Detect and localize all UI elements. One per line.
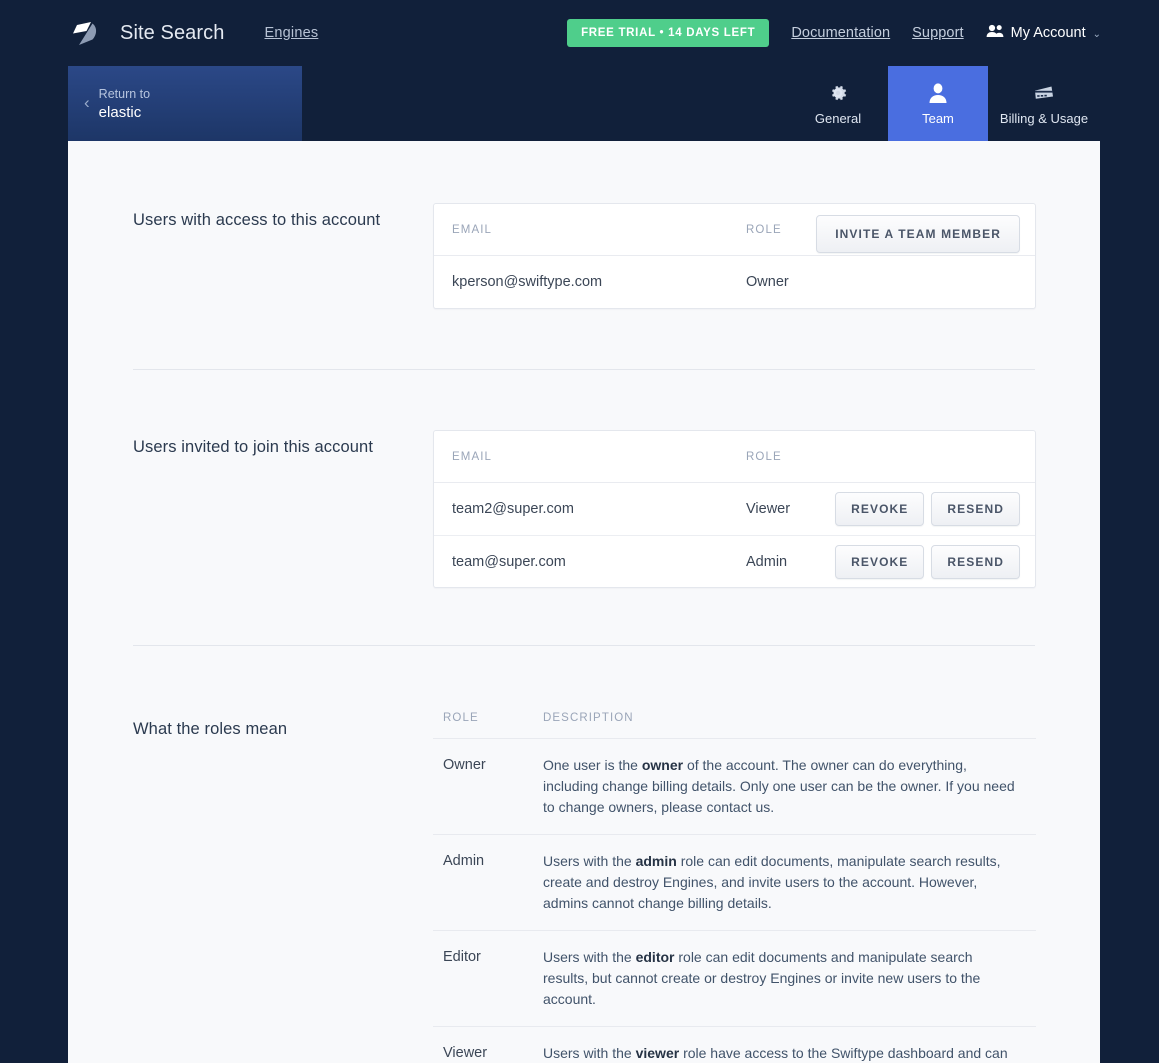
tab-billing-usage-label: Billing & Usage <box>999 110 1089 126</box>
gear-icon <box>827 82 849 104</box>
table-row: Owner One user is the owner of the accou… <box>433 738 1036 834</box>
section-roles-explained: What the roles mean ROLE DESCRIPTION Own… <box>68 646 1100 1063</box>
section-title-roles-explained: What the roles mean <box>133 720 288 738</box>
table-row: Viewer Users with the viewer role have a… <box>433 1026 1036 1063</box>
person-icon <box>928 82 948 104</box>
row-actions: REVOKE RESEND <box>835 492 1020 526</box>
roles-table: ROLE DESCRIPTION Owner One user is the o… <box>433 712 1036 1063</box>
desc-prefix: One user is the <box>543 757 642 773</box>
free-trial-badge[interactable]: FREE TRIAL • 14 DAYS LEFT <box>567 19 770 47</box>
nav-link-support[interactable]: Support <box>912 25 964 41</box>
table-row: team@super.com Admin REVOKE RESEND <box>434 535 1035 587</box>
invite-team-member-button[interactable]: INVITE A TEAM MEMBER <box>816 215 1020 253</box>
global-header: Site Search Engines FREE TRIAL • 14 DAYS… <box>0 0 1159 66</box>
tab-team[interactable]: Team <box>888 66 988 141</box>
tab-general[interactable]: General <box>788 66 888 141</box>
desc-emphasis: editor <box>635 949 675 965</box>
resend-invite-button[interactable]: RESEND <box>931 545 1020 579</box>
cell-description: Users with the viewer role have access t… <box>543 1043 1036 1063</box>
table-row: Editor Users with the editor role can ed… <box>433 930 1036 1026</box>
row-actions: REVOKE RESEND <box>835 545 1020 579</box>
users-with-access-table: EMAIL ROLE INVITE A TEAM MEMBER kperson@… <box>433 203 1036 309</box>
my-account-label: My Account <box>1010 25 1086 41</box>
account-subnav: ‹ Return to elastic General Team Billing… <box>68 66 1100 141</box>
nav-link-documentation[interactable]: Documentation <box>791 25 890 41</box>
cell-email: team@super.com <box>452 553 566 570</box>
table-row: kperson@swiftype.com Owner <box>434 256 1035 308</box>
column-header-email: EMAIL <box>452 450 493 463</box>
column-header-description: DESCRIPTION <box>543 712 634 724</box>
cell-description: Users with the editor role can edit docu… <box>543 947 1036 1010</box>
invited-users-table: EMAIL ROLE team2@super.com Viewer REVOKE… <box>433 430 1036 588</box>
return-to-label: Return to <box>98 86 151 101</box>
column-header-role: ROLE <box>443 712 479 724</box>
tab-general-label: General <box>814 110 862 126</box>
desc-prefix: Users with the <box>543 853 636 869</box>
cell-role: Owner <box>746 274 789 290</box>
column-header-role: ROLE <box>746 450 782 463</box>
table-header-row: ROLE DESCRIPTION <box>433 712 1036 738</box>
revoke-invite-button[interactable]: REVOKE <box>835 492 925 526</box>
column-header-email: EMAIL <box>452 223 493 236</box>
return-to-account-button[interactable]: ‹ Return to elastic <box>68 66 302 141</box>
brand[interactable]: Site Search <box>66 14 225 52</box>
brand-title: Site Search <box>120 21 225 44</box>
users-icon <box>986 24 1004 42</box>
desc-emphasis: owner <box>641 757 684 773</box>
return-to-account-name: elastic <box>98 103 142 121</box>
cell-description: One user is the owner of the account. Th… <box>543 755 1036 818</box>
section-users-with-access: Users with access to this account EMAIL … <box>68 141 1100 309</box>
content-column: ‹ Return to elastic General Team Billing… <box>68 66 1100 1063</box>
tab-team-label: Team <box>922 110 954 126</box>
resend-invite-button[interactable]: RESEND <box>931 492 1020 526</box>
chevron-down-icon: ⌄ <box>1092 28 1101 40</box>
revoke-invite-button[interactable]: REVOKE <box>835 545 925 579</box>
nav-link-engines[interactable]: Engines <box>265 25 319 41</box>
desc-emphasis: admin <box>635 853 677 869</box>
section-title-users-with-access: Users with access to this account <box>133 211 381 229</box>
subnav-tabs: General Team Billing & Usage <box>788 66 1100 141</box>
chevron-left-icon: ‹ <box>84 93 90 112</box>
tab-billing-usage[interactable]: Billing & Usage <box>988 66 1100 141</box>
swiftype-bolt-logo-icon <box>66 14 104 52</box>
global-header-right: FREE TRIAL • 14 DAYS LEFT Documentation … <box>567 19 1101 47</box>
cell-role: Editor <box>443 949 481 965</box>
app-root: Site Search Engines FREE TRIAL • 14 DAYS… <box>0 0 1159 1063</box>
table-row: Admin Users with the admin role can edit… <box>433 834 1036 930</box>
table-header-row: EMAIL ROLE <box>434 431 1035 483</box>
my-account-menu[interactable]: My Account ⌄ <box>986 24 1101 42</box>
cell-email: team2@super.com <box>452 501 574 517</box>
cell-role: Admin <box>443 853 485 869</box>
cell-email: kperson@swiftype.com <box>452 274 603 290</box>
desc-prefix: Users with the <box>543 949 636 965</box>
table-header-row: EMAIL ROLE INVITE A TEAM MEMBER <box>434 204 1035 256</box>
desc-emphasis: viewer <box>635 1045 680 1061</box>
main-content: Users with access to this account EMAIL … <box>68 141 1100 1063</box>
cell-role: Owner <box>443 757 486 773</box>
section-title-users-invited: Users invited to join this account <box>133 438 374 456</box>
credit-card-icon <box>1032 82 1056 104</box>
cell-description: Users with the admin role can edit docum… <box>543 851 1036 914</box>
table-row: team2@super.com Viewer REVOKE RESEND <box>434 483 1035 535</box>
section-users-invited: Users invited to join this account EMAIL… <box>68 370 1100 588</box>
cell-role: Viewer <box>443 1045 488 1061</box>
desc-prefix: Users with the <box>543 1045 636 1061</box>
